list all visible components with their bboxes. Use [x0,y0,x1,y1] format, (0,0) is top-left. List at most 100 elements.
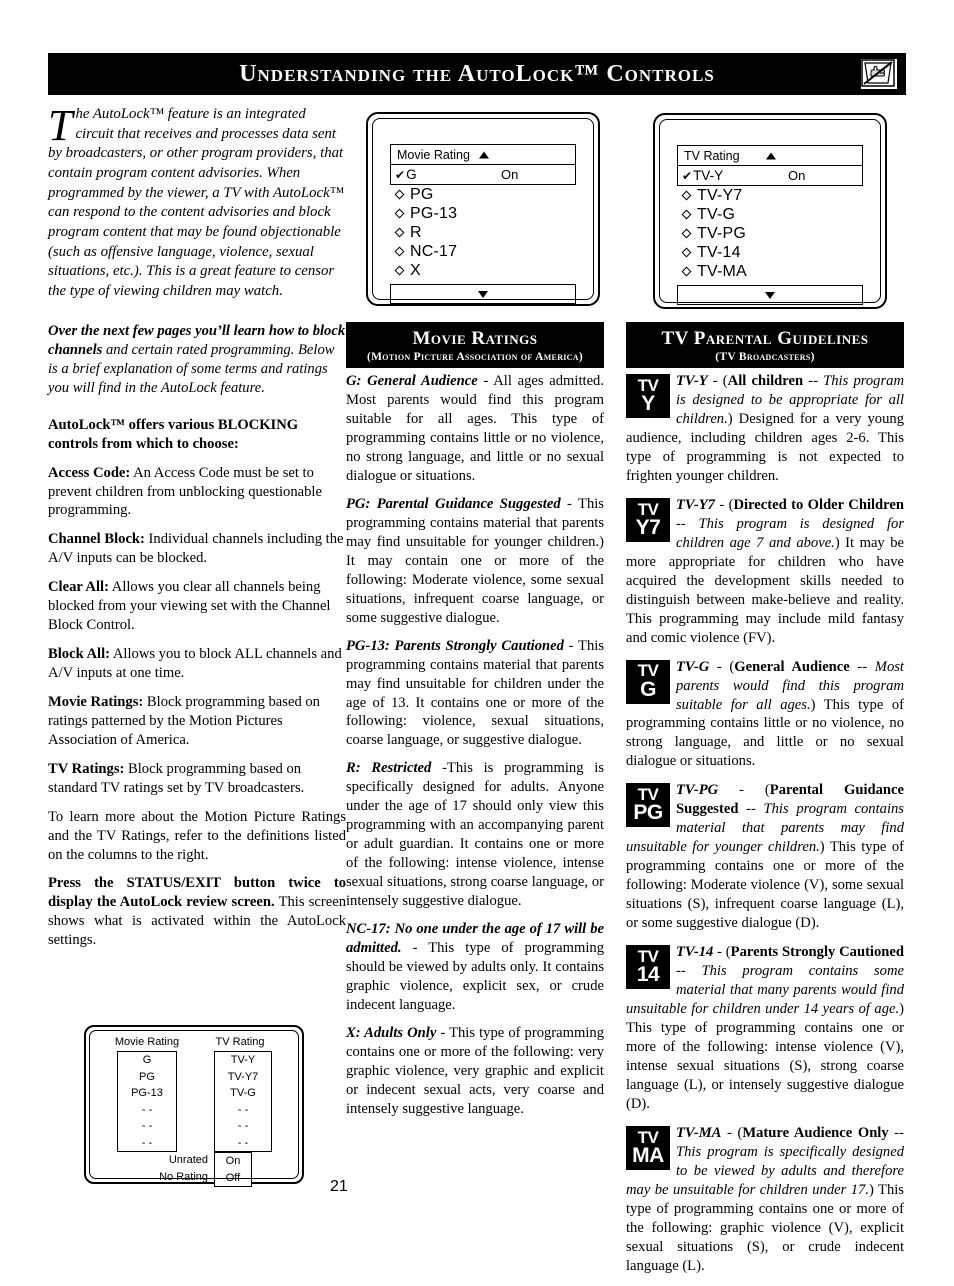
osd-tv-item[interactable]: TV-Y7 [677,186,863,205]
movie-rating-entry: G: General Audience - All ages admitted.… [346,372,604,486]
diamond-bullet-icon [681,266,692,277]
tv-rating-body: ) This type of programming contains one … [626,1001,904,1112]
movie-rating-entry: NC-17: No one under the age of 17 will b… [346,920,604,1015]
osd-movie-item-label: PG [410,185,434,203]
tv-rating-name: All children [727,373,804,389]
review-tv-value: TV-Y7 [227,1070,259,1083]
definition-term: Clear All: [48,579,109,596]
diamond-bullet-icon [681,209,692,220]
next-pages-paragraph: Over the next few pages you’ll learn how… [48,322,346,398]
definition-term: Access Code: [48,464,131,481]
osd-movie-item[interactable]: R [390,223,576,242]
blocking-controls-heading: AutoLock™ offers various BLOCKING contro… [48,416,299,452]
glyph-bottom: PG [633,801,663,825]
movie-rating-body: - All ages admitted. Most parents would … [346,373,604,484]
glyph-bottom: MA [632,1143,664,1167]
document-page: Understanding the AutoLock™ Controls The… [0,0,954,1274]
diamond-bullet-icon [394,246,405,257]
osd-tv-footbar[interactable] [677,285,863,305]
diamond-bullet-icon [394,208,405,219]
tv-rating-sep: - ( [713,944,731,961]
osd-movie-item-label: PG-13 [410,204,458,222]
osd-movie-rating-screen: Movie Rating ✔ G On PG PG-13 R NC-17 X [366,112,600,306]
chevron-down-icon [765,291,775,299]
osd-movie-title: Movie Rating [397,147,470,162]
review-tv-value: TV-Y [230,1054,256,1066]
definition-item: Movie Ratings: Block programming based o… [48,693,346,750]
definition-term: Block All: [48,646,111,663]
chevron-up-icon[interactable] [766,152,776,159]
tv-rating-entry: TV 14 TV-14 - (Parents Strongly Cautione… [626,943,904,1114]
osd-movie-footbar[interactable] [390,284,576,304]
diamond-bullet-icon [394,189,405,200]
review-unrated-value: On [225,1155,241,1167]
osd-movie-item[interactable]: NC-17 [390,242,576,261]
review-movie-rating-label: Movie Rating [114,1036,180,1048]
osd-tv-item-label: TV-PG [697,224,747,242]
review-tv-rating-label: TV Rating [215,1036,265,1048]
definition-term: Channel Block: [48,531,145,548]
osd-tv-item-label: TV-MA [697,262,747,280]
osd-movie-selected-row[interactable]: ✔ G On [390,165,576,185]
movie-rating-entry: PG: Parental Guidance Suggested - This p… [346,495,604,628]
review-norating-label: No Rating [159,1170,208,1183]
osd-movie-item[interactable]: PG-13 [390,204,576,223]
review-tv-value: - - [237,1136,249,1149]
osd-tv-item[interactable]: TV-PG [677,224,863,243]
osd-movie-item-label: NC-17 [410,242,458,260]
osd-tv-item[interactable]: TV-MA [677,262,863,281]
movie-ratings-subheading: (Motion Picture Association of America) [367,350,583,363]
osd-tv-title: TV Rating [684,148,740,163]
tv-rating-code: TV-G [676,658,710,675]
review-tv-value: - - [237,1120,249,1132]
definition-item: Block All: Allows you to block ALL chann… [48,645,346,683]
glyph-bottom: Y [641,392,655,416]
tv-rating-code: TV-MA [676,1124,722,1141]
osd-tv-item[interactable]: TV-14 [677,243,863,262]
osd-tv-selected-value: On [788,168,806,183]
osd-tv-item-label: TV-G [697,205,736,223]
check-icon: ✔ [682,168,693,183]
drop-cap: T [48,101,73,150]
review-onoff-column: On Off [214,1152,252,1187]
learn-more-paragraph: To learn more about the Motion Picture R… [48,809,346,863]
review-movie-value: - - [141,1103,153,1116]
tv-y-rating-icon: TV Y [626,374,670,418]
osd-movie-item[interactable]: X [390,261,576,280]
diamond-bullet-icon [394,227,405,238]
tv-rating-code: TV-Y [676,373,708,389]
movie-rating-term: R: Restricted [346,760,432,777]
chevron-up-icon[interactable] [479,151,489,158]
movie-rating-entry: PG-13: Parents Strongly Cautioned - This… [346,637,604,751]
page-number: 21 [330,1178,348,1195]
osd-tv-rating-screen: TV Rating ✔ TV-Y On TV-Y7 TV-G TV-PG TV-… [653,113,887,309]
movie-rating-body: - This programming contains material tha… [346,637,605,749]
diamond-bullet-icon [394,265,405,276]
tv-rating-sep: - ( [721,1124,743,1141]
glyph-bottom: G [640,677,656,701]
review-tv-rating-column: TV-Y TV-Y7 TV-G - - - - - - [214,1051,272,1152]
chevron-down-icon [478,290,488,298]
osd-movie-item-label: X [410,261,421,279]
tv-ma-rating-icon: TV MA [626,1125,670,1170]
page-title: Understanding the AutoLock™ Controls [239,60,715,87]
control-definitions-list: Access Code: An Access Code must be set … [48,464,346,799]
osd-tv-selected-label: TV-Y [693,168,724,183]
glyph-bottom: Y7 [635,515,661,539]
osd-movie-selected-label: G [406,167,417,182]
osd-tv-selected-row[interactable]: ✔ TV-Y On [677,166,863,186]
glyph-bottom: 14 [636,963,660,987]
tv-rating-sep: - ( [718,782,770,799]
intro-paragraph: The AutoLock™ feature is an integrated c… [48,101,346,302]
tv-rating-sep: - ( [709,658,735,675]
osd-tv-item-label: TV-Y7 [697,186,743,204]
osd-tv-item[interactable]: TV-G [677,205,863,224]
osd-movie-item-label: R [410,223,422,241]
tv-rating-code: TV-14 [676,944,714,961]
tv-guidelines-section-header: TV Parental Guidelines (TV Broadcasters) [626,322,904,368]
movie-rating-term: G: General Audience [346,373,478,389]
tv-guidelines-subheading: (TV Broadcasters) [715,350,815,363]
tv-no-hand-icon [860,58,898,90]
osd-movie-item[interactable]: PG [390,185,576,204]
left-column: The AutoLock™ feature is an integrated c… [48,101,346,959]
